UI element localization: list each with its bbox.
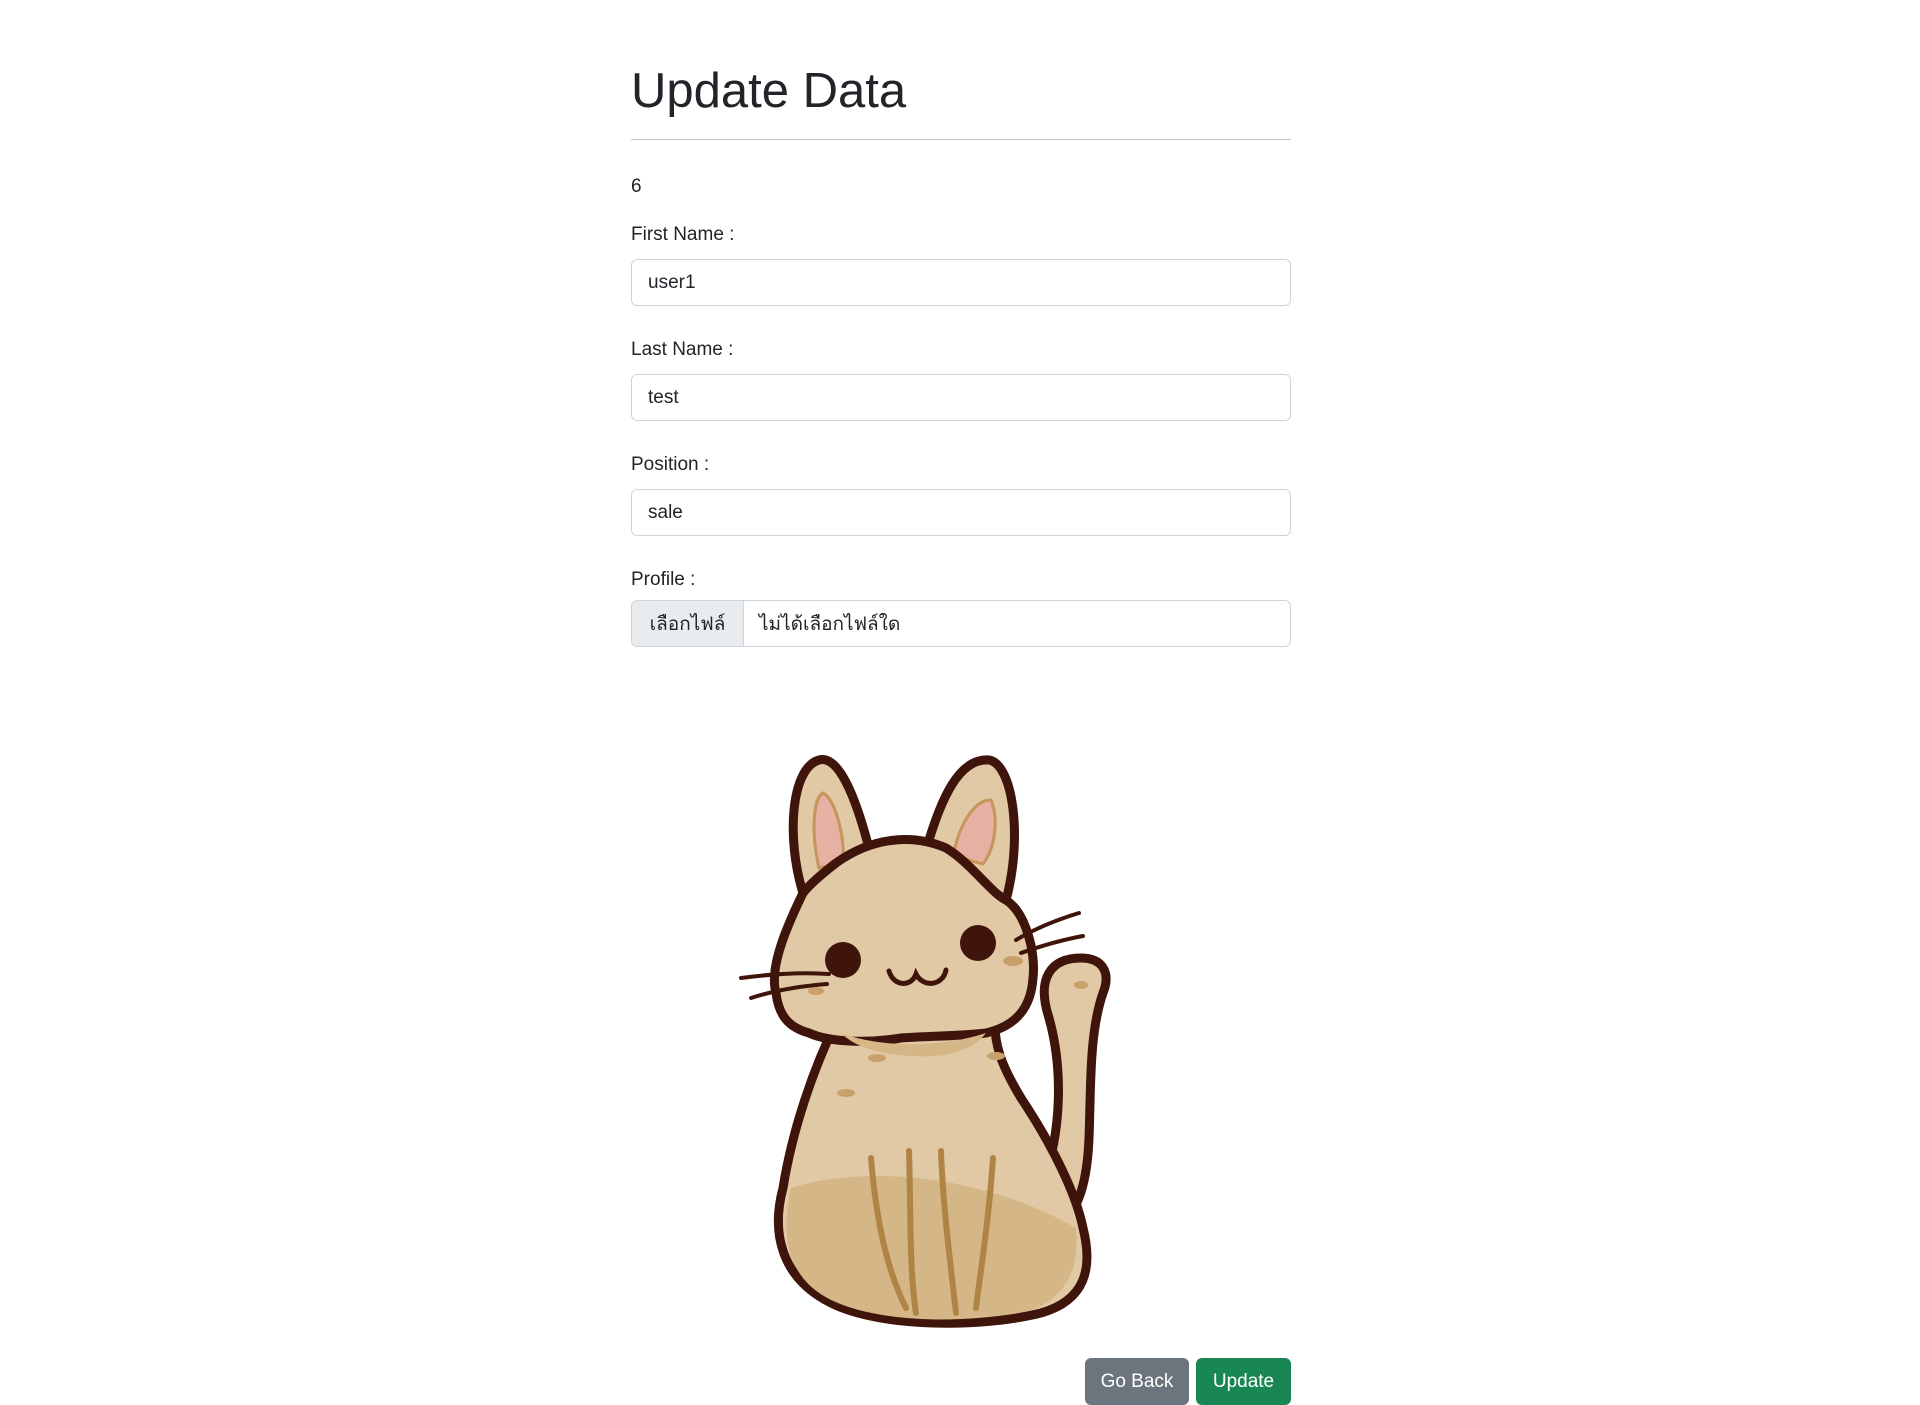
first-name-input[interactable]	[631, 259, 1291, 306]
page-title: Update Data	[631, 64, 907, 118]
position-label: Position :	[631, 454, 710, 475]
file-status-text: ไม่ได้เลือกไฟล์ใด	[759, 613, 901, 635]
title-divider	[631, 139, 1291, 140]
record-id: 6	[631, 176, 642, 197]
cat-illustration	[739, 755, 1111, 1328]
update-button[interactable]: Update	[1196, 1358, 1291, 1405]
last-name-input[interactable]	[631, 374, 1291, 421]
profile-image	[739, 755, 1111, 1328]
last-name-label: Last Name :	[631, 339, 734, 360]
go-back-button[interactable]: Go Back	[1085, 1358, 1189, 1405]
profile-file-input[interactable]: เลือกไฟล์ ไม่ได้เลือกไฟล์ใด	[631, 600, 1291, 647]
choose-file-button[interactable]: เลือกไฟล์	[632, 601, 744, 646]
position-input[interactable]	[631, 489, 1291, 536]
profile-label: Profile :	[631, 569, 696, 590]
first-name-label: First Name :	[631, 224, 735, 245]
